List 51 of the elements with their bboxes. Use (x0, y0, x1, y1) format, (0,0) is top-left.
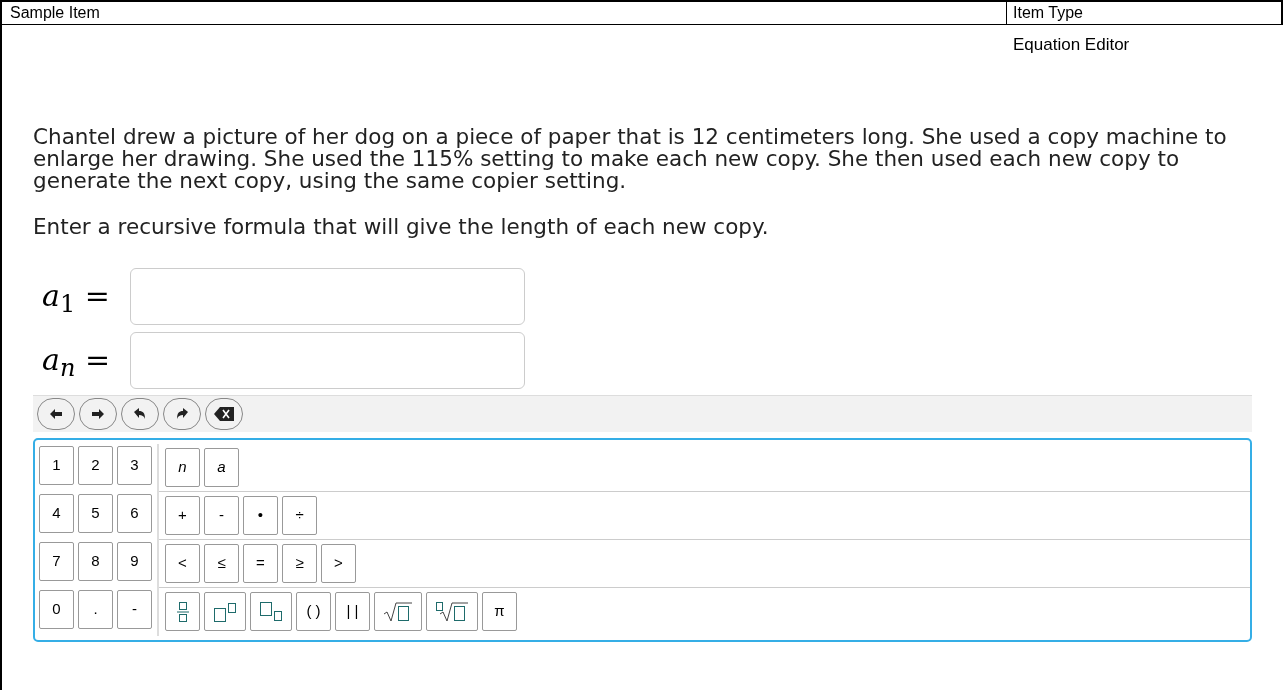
sample-item-heading: Sample Item (2, 2, 1007, 24)
symbol-key[interactable]: a (204, 447, 239, 487)
subscript-key[interactable] (250, 592, 292, 631)
left-button[interactable] (37, 397, 75, 430)
redo-button[interactable] (163, 397, 201, 430)
square-root-icon (383, 601, 413, 622)
digit-key[interactable]: 7 (39, 541, 74, 581)
symbol-key[interactable]: ≤ (204, 543, 239, 583)
digit-key[interactable]: - (117, 589, 152, 629)
backspace-button[interactable] (205, 397, 243, 430)
undo-button[interactable] (121, 397, 159, 430)
digit-key[interactable]: 3 (117, 445, 152, 485)
item-type-heading: Item Type (1012, 3, 1084, 23)
digit-key[interactable]: 4 (39, 493, 74, 533)
digit-key[interactable]: . (78, 589, 113, 629)
symbol-key[interactable]: - (204, 495, 239, 535)
digit-key[interactable]: 2 (78, 445, 113, 485)
symbol-key[interactable]: + (165, 495, 200, 535)
backspace-icon (214, 406, 234, 421)
right-button[interactable] (79, 397, 117, 430)
power-key[interactable] (204, 592, 246, 631)
answer-field[interactable] (130, 331, 525, 389)
fraction-key[interactable] (165, 592, 200, 631)
digit-key[interactable]: 5 (78, 493, 113, 533)
digit-key[interactable]: 1 (39, 445, 74, 485)
symbol-key[interactable]: ≥ (282, 543, 317, 583)
digit-key[interactable]: 6 (117, 493, 152, 533)
symbol-key[interactable]: < (165, 543, 200, 583)
symbol-key[interactable]: > (321, 543, 356, 583)
digit-key[interactable]: 9 (117, 541, 152, 581)
nthroot-key[interactable] (426, 592, 478, 631)
digit-key[interactable]: 0 (39, 589, 74, 629)
power-icon (213, 601, 237, 622)
symbol-key[interactable]: | | (335, 592, 370, 631)
digit-key[interactable]: 8 (78, 541, 113, 581)
question-text: Chantel drew a picture of her dog on a piece of paper that is 12 centimeters long. She used a copy machine to enlarge her drawing. She used the 115% setting to make each new copy. She then used each new copy to generate the next copy, using the same copier setting. (33, 125, 1228, 192)
symbol-key[interactable]: π (482, 592, 517, 631)
symbol-key[interactable]: • (243, 495, 278, 535)
fraction-icon (176, 600, 189, 623)
answer-field[interactable] (130, 267, 525, 325)
symbol-key[interactable]: ÷ (282, 495, 317, 535)
sqrt-key[interactable] (374, 592, 422, 631)
question-text: Enter a recursive formula that will give the length of each new copy. (33, 215, 770, 238)
symbol-key[interactable]: ( ) (296, 592, 331, 631)
math-label: a$_{1}$ = (42, 277, 111, 316)
subscript-icon (259, 601, 283, 622)
nth-root-icon (435, 601, 469, 622)
symbol-key[interactable]: = (243, 543, 278, 583)
item-type-value: Equation Editor (1012, 34, 1131, 56)
math-label: a$_{n}$ = (42, 341, 112, 380)
symbol-key[interactable]: n (165, 447, 200, 487)
